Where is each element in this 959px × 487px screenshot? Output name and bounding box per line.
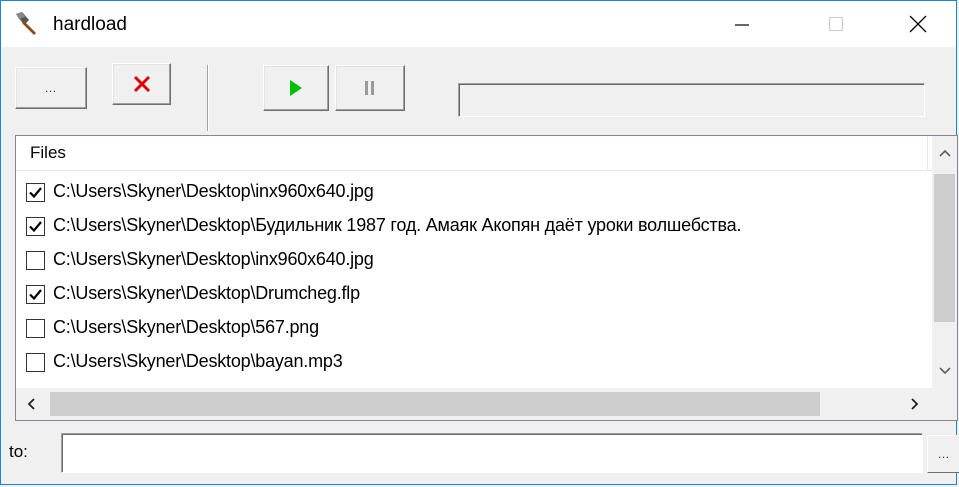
- files-list: Files C:\Users\Skyner\Desktop\inx960x640…: [15, 135, 958, 421]
- toolbar: …: [1, 47, 956, 133]
- file-path: C:\Users\Skyner\Desktop\bayan.mp3: [53, 351, 343, 371]
- file-checkbox[interactable]: [26, 183, 45, 202]
- file-path: C:\Users\Skyner\Desktop\567.png: [53, 317, 319, 337]
- close-button[interactable]: [887, 1, 949, 47]
- vertical-scrollbar[interactable]: [932, 136, 957, 388]
- scrollbar-corner: [932, 388, 957, 420]
- list-item[interactable]: C:\Users\Skyner\Desktop\bayan.mp3: [16, 346, 956, 380]
- file-checkbox[interactable]: [26, 353, 45, 372]
- scroll-down-button[interactable]: [932, 354, 957, 388]
- list-header: Files: [16, 136, 932, 171]
- remove-button[interactable]: [112, 63, 171, 105]
- chevron-up-icon: [938, 149, 951, 157]
- destination-label: to:: [9, 442, 28, 461]
- checkmark-icon: [29, 221, 42, 233]
- maximize-button[interactable]: [805, 1, 867, 47]
- download-progress-bar: [458, 83, 925, 117]
- column-header-files[interactable]: Files: [16, 136, 928, 169]
- file-path: C:\Users\Skyner\Desktop\inx960x640.jpg: [53, 249, 374, 269]
- file-checkbox[interactable]: [26, 285, 45, 304]
- file-path: C:\Users\Skyner\Desktop\inx960x640.jpg: [53, 181, 374, 201]
- list-item[interactable]: C:\Users\Skyner\Desktop\inx960x640.jpg: [16, 244, 956, 278]
- file-path: C:\Users\Skyner\Desktop\Drumcheg.flp: [53, 283, 360, 303]
- destination-input[interactable]: [61, 433, 923, 473]
- maximize-icon: [829, 17, 843, 31]
- browse-destination-button[interactable]: …: [927, 435, 959, 473]
- shovel-app-icon: [16, 12, 36, 35]
- ellipsis-icon: …: [937, 447, 951, 461]
- file-path: C:\Users\Skyner\Desktop\Будильник 1987 г…: [53, 215, 742, 235]
- scroll-up-button[interactable]: [932, 136, 957, 170]
- red-x-icon: [133, 75, 150, 93]
- green-play-icon: [290, 80, 302, 96]
- checkmark-icon: [29, 187, 42, 199]
- chevron-right-icon: [911, 398, 919, 410]
- close-icon: [909, 15, 927, 33]
- scroll-right-button[interactable]: [900, 388, 930, 420]
- pause-icon: [365, 81, 374, 95]
- scroll-left-button[interactable]: [16, 388, 46, 420]
- file-checkbox[interactable]: [26, 251, 45, 270]
- list-item[interactable]: C:\Users\Skyner\Desktop\Drumcheg.flp: [16, 278, 956, 312]
- list-item[interactable]: C:\Users\Skyner\Desktop\567.png: [16, 312, 956, 346]
- list-item[interactable]: C:\Users\Skyner\Desktop\inx960x640.jpg: [16, 176, 956, 210]
- app-window: hardload … Files C:\Users\Skyner\Desktop…: [0, 0, 959, 485]
- horizontal-scroll-thumb[interactable]: [50, 392, 820, 416]
- vertical-scroll-thumb[interactable]: [934, 174, 955, 322]
- chevron-left-icon: [27, 398, 35, 410]
- file-checkbox[interactable]: [26, 319, 45, 338]
- window-title: hardload: [53, 14, 127, 35]
- list-item[interactable]: C:\Users\Skyner\Desktop\Будильник 1987 г…: [16, 210, 956, 244]
- file-checkbox[interactable]: [26, 217, 45, 236]
- browse-files-button[interactable]: …: [15, 67, 87, 109]
- horizontal-scrollbar[interactable]: [16, 388, 932, 420]
- toolbar-separator: [207, 65, 209, 131]
- ellipsis-icon: …: [44, 81, 58, 95]
- chevron-down-icon: [938, 367, 951, 375]
- minimize-icon: [735, 24, 749, 26]
- pause-button[interactable]: [335, 65, 405, 111]
- title-bar[interactable]: hardload: [1, 1, 956, 47]
- start-download-button[interactable]: [263, 65, 329, 111]
- checkmark-icon: [29, 289, 42, 301]
- minimize-button[interactable]: [711, 1, 773, 47]
